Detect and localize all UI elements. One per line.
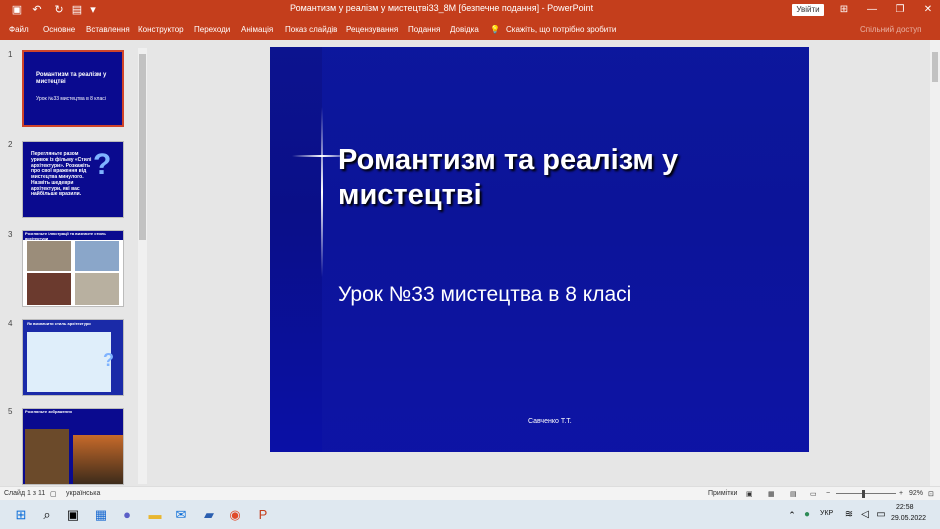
tab-transitions[interactable]: Переходи xyxy=(194,25,230,34)
architecture-image xyxy=(75,273,119,305)
clock-time[interactable]: 22:58 xyxy=(896,504,914,511)
thumb-slide-1[interactable]: Романтизм та реалізм у мистецтві Урок №3… xyxy=(22,50,124,127)
battery-icon[interactable]: ▭ xyxy=(872,506,890,524)
chat-icon[interactable]: ● xyxy=(118,506,136,524)
painting-image xyxy=(25,429,69,484)
tab-animations[interactable]: Анімація xyxy=(241,25,273,34)
share-button[interactable]: Спільний доступ xyxy=(860,25,922,34)
save-icon[interactable]: ▣ xyxy=(10,3,24,17)
search-icon[interactable]: ⌕ xyxy=(38,506,56,524)
slide-scrollbar[interactable] xyxy=(930,40,940,486)
tab-file[interactable]: Файл xyxy=(9,25,29,34)
thumb-text: Перегляньте разом уривок із фільму «Стил… xyxy=(31,151,92,198)
lightbulb-icon: 💡 xyxy=(490,25,500,34)
thumb-title: Романтизм та реалізм у мистецтві xyxy=(36,72,107,85)
thumb-text: Розгляньте зображення xyxy=(25,409,72,414)
slide-sorter-icon[interactable]: ▦ xyxy=(768,490,775,498)
thumb-slide-3[interactable]: Розгляньте ілюстрації та визначте стиль … xyxy=(22,230,124,307)
mail-icon[interactable]: ✉ xyxy=(172,506,190,524)
architecture-image xyxy=(27,273,71,305)
zoom-out-button[interactable]: − xyxy=(826,490,830,497)
slide-title[interactable]: Романтизм та реалізм у мистецтві xyxy=(338,143,788,213)
restore-icon[interactable]: ❐ xyxy=(892,2,908,18)
clock-date[interactable]: 29.05.2022 xyxy=(891,515,926,522)
language-indicator[interactable]: УКР xyxy=(820,510,833,517)
windows-start-icon[interactable]: ⊞ xyxy=(12,506,30,524)
tell-me-search[interactable]: Скажіть, що потрібно зробити xyxy=(506,25,616,34)
thumb-slide-4[interactable]: Як визначити стиль архітектури ? xyxy=(22,319,124,396)
reading-view-icon[interactable]: ▤ xyxy=(790,490,797,498)
thumb-number: 2 xyxy=(8,140,13,149)
redo-icon[interactable]: ↻ xyxy=(52,3,66,17)
task-view-icon[interactable]: ▣ xyxy=(64,506,82,524)
close-icon[interactable]: ✕ xyxy=(920,2,936,18)
thumb-slide-5[interactable]: Розгляньте зображення xyxy=(22,408,124,485)
architecture-image xyxy=(27,241,71,271)
slide-counter: Слайд 1 з 11 xyxy=(4,490,46,497)
architecture-image xyxy=(75,241,119,271)
thumb-text: Як визначити стиль архітектури xyxy=(27,321,91,326)
tab-review[interactable]: Рецензування xyxy=(346,25,398,34)
zoom-in-button[interactable]: + xyxy=(899,490,903,497)
zoom-slider-thumb[interactable] xyxy=(862,490,865,498)
powerpoint-icon[interactable]: P xyxy=(254,506,272,524)
main-slide[interactable]: Романтизм та реалізм у мистецтві Урок №3… xyxy=(270,47,809,452)
login-button[interactable]: Увійти xyxy=(792,4,824,16)
tab-design[interactable]: Конструктор xyxy=(138,25,184,34)
widgets-icon[interactable]: ▦ xyxy=(92,506,110,524)
tray-app-icon[interactable]: ● xyxy=(798,506,816,524)
minimize-icon[interactable]: — xyxy=(864,2,880,18)
customize-icon[interactable]: ▾ xyxy=(86,3,100,17)
thumbnail-scrollbar[interactable] xyxy=(138,48,147,484)
taskbar: ⊞ ⌕ ▣ ▦ ● ▬ ✉ ▰ ◉ P ⌃ ● УКР ≋ ◁ ▭ 22:58 … xyxy=(0,500,940,529)
ribbon-tabs: Файл Основне Вставлення Конструктор Пере… xyxy=(0,20,940,40)
language-indicator[interactable]: українська xyxy=(66,490,100,497)
tab-insert[interactable]: Вставлення xyxy=(86,25,130,34)
tab-view[interactable]: Подання xyxy=(408,25,440,34)
normal-view-icon[interactable]: ▣ xyxy=(746,490,753,498)
file-explorer-icon[interactable]: ▬ xyxy=(146,506,164,524)
thumb-number: 4 xyxy=(8,319,13,328)
thumb-slide-2[interactable]: Перегляньте разом уривок із фільму «Стил… xyxy=(22,141,124,218)
painting-image xyxy=(73,435,123,484)
app-icon[interactable]: ▰ xyxy=(200,506,218,524)
thumb-number: 5 xyxy=(8,407,13,416)
notes-button[interactable]: Примітки xyxy=(708,490,737,497)
spellcheck-icon[interactable]: ▢ xyxy=(50,490,57,498)
ribbon-display-icon[interactable]: ⊞ xyxy=(836,2,852,18)
chrome-icon[interactable]: ◉ xyxy=(226,506,244,524)
slide-author[interactable]: Савченко Т.Т. xyxy=(528,418,572,425)
zoom-level[interactable]: 92% xyxy=(909,490,923,497)
zoom-slider[interactable] xyxy=(836,493,896,494)
question-mark-icon: ? xyxy=(103,350,114,370)
sparkle-decoration xyxy=(321,107,323,277)
present-icon[interactable]: ▤ xyxy=(70,3,84,17)
status-bar: Слайд 1 з 11 ▢ українська Примітки ▣ ▦ ▤… xyxy=(0,486,940,500)
thumb-number: 3 xyxy=(8,230,13,239)
tab-help[interactable]: Довідка xyxy=(450,25,479,34)
tab-slideshow[interactable]: Показ слайдів xyxy=(285,25,337,34)
thumb-subtitle: Урок №33 мистецтва в 8 класі xyxy=(36,96,106,102)
thumb-number: 1 xyxy=(8,50,13,59)
undo-icon[interactable]: ↶ xyxy=(30,3,44,17)
slide-subtitle[interactable]: Урок №33 мистецтва в 8 класі xyxy=(338,283,631,307)
title-bar: ▣ ↶ ↻ ▤ ▾ Романтизм у реалізм у мистецтв… xyxy=(0,0,940,20)
question-mark-icon: ? xyxy=(93,148,112,181)
thumb-text: Розгляньте ілюстрації та визначте стиль … xyxy=(25,231,106,241)
slideshow-icon[interactable]: ▭ xyxy=(810,490,817,498)
thumbnail-panel: 1 Романтизм та реалізм у мистецтві Урок … xyxy=(0,40,148,486)
window-title: Романтизм у реалізм у мистецтві33_8М [бе… xyxy=(290,3,594,13)
tab-home[interactable]: Основне xyxy=(43,25,75,34)
fit-to-window-icon[interactable]: ⊡ xyxy=(928,490,934,498)
